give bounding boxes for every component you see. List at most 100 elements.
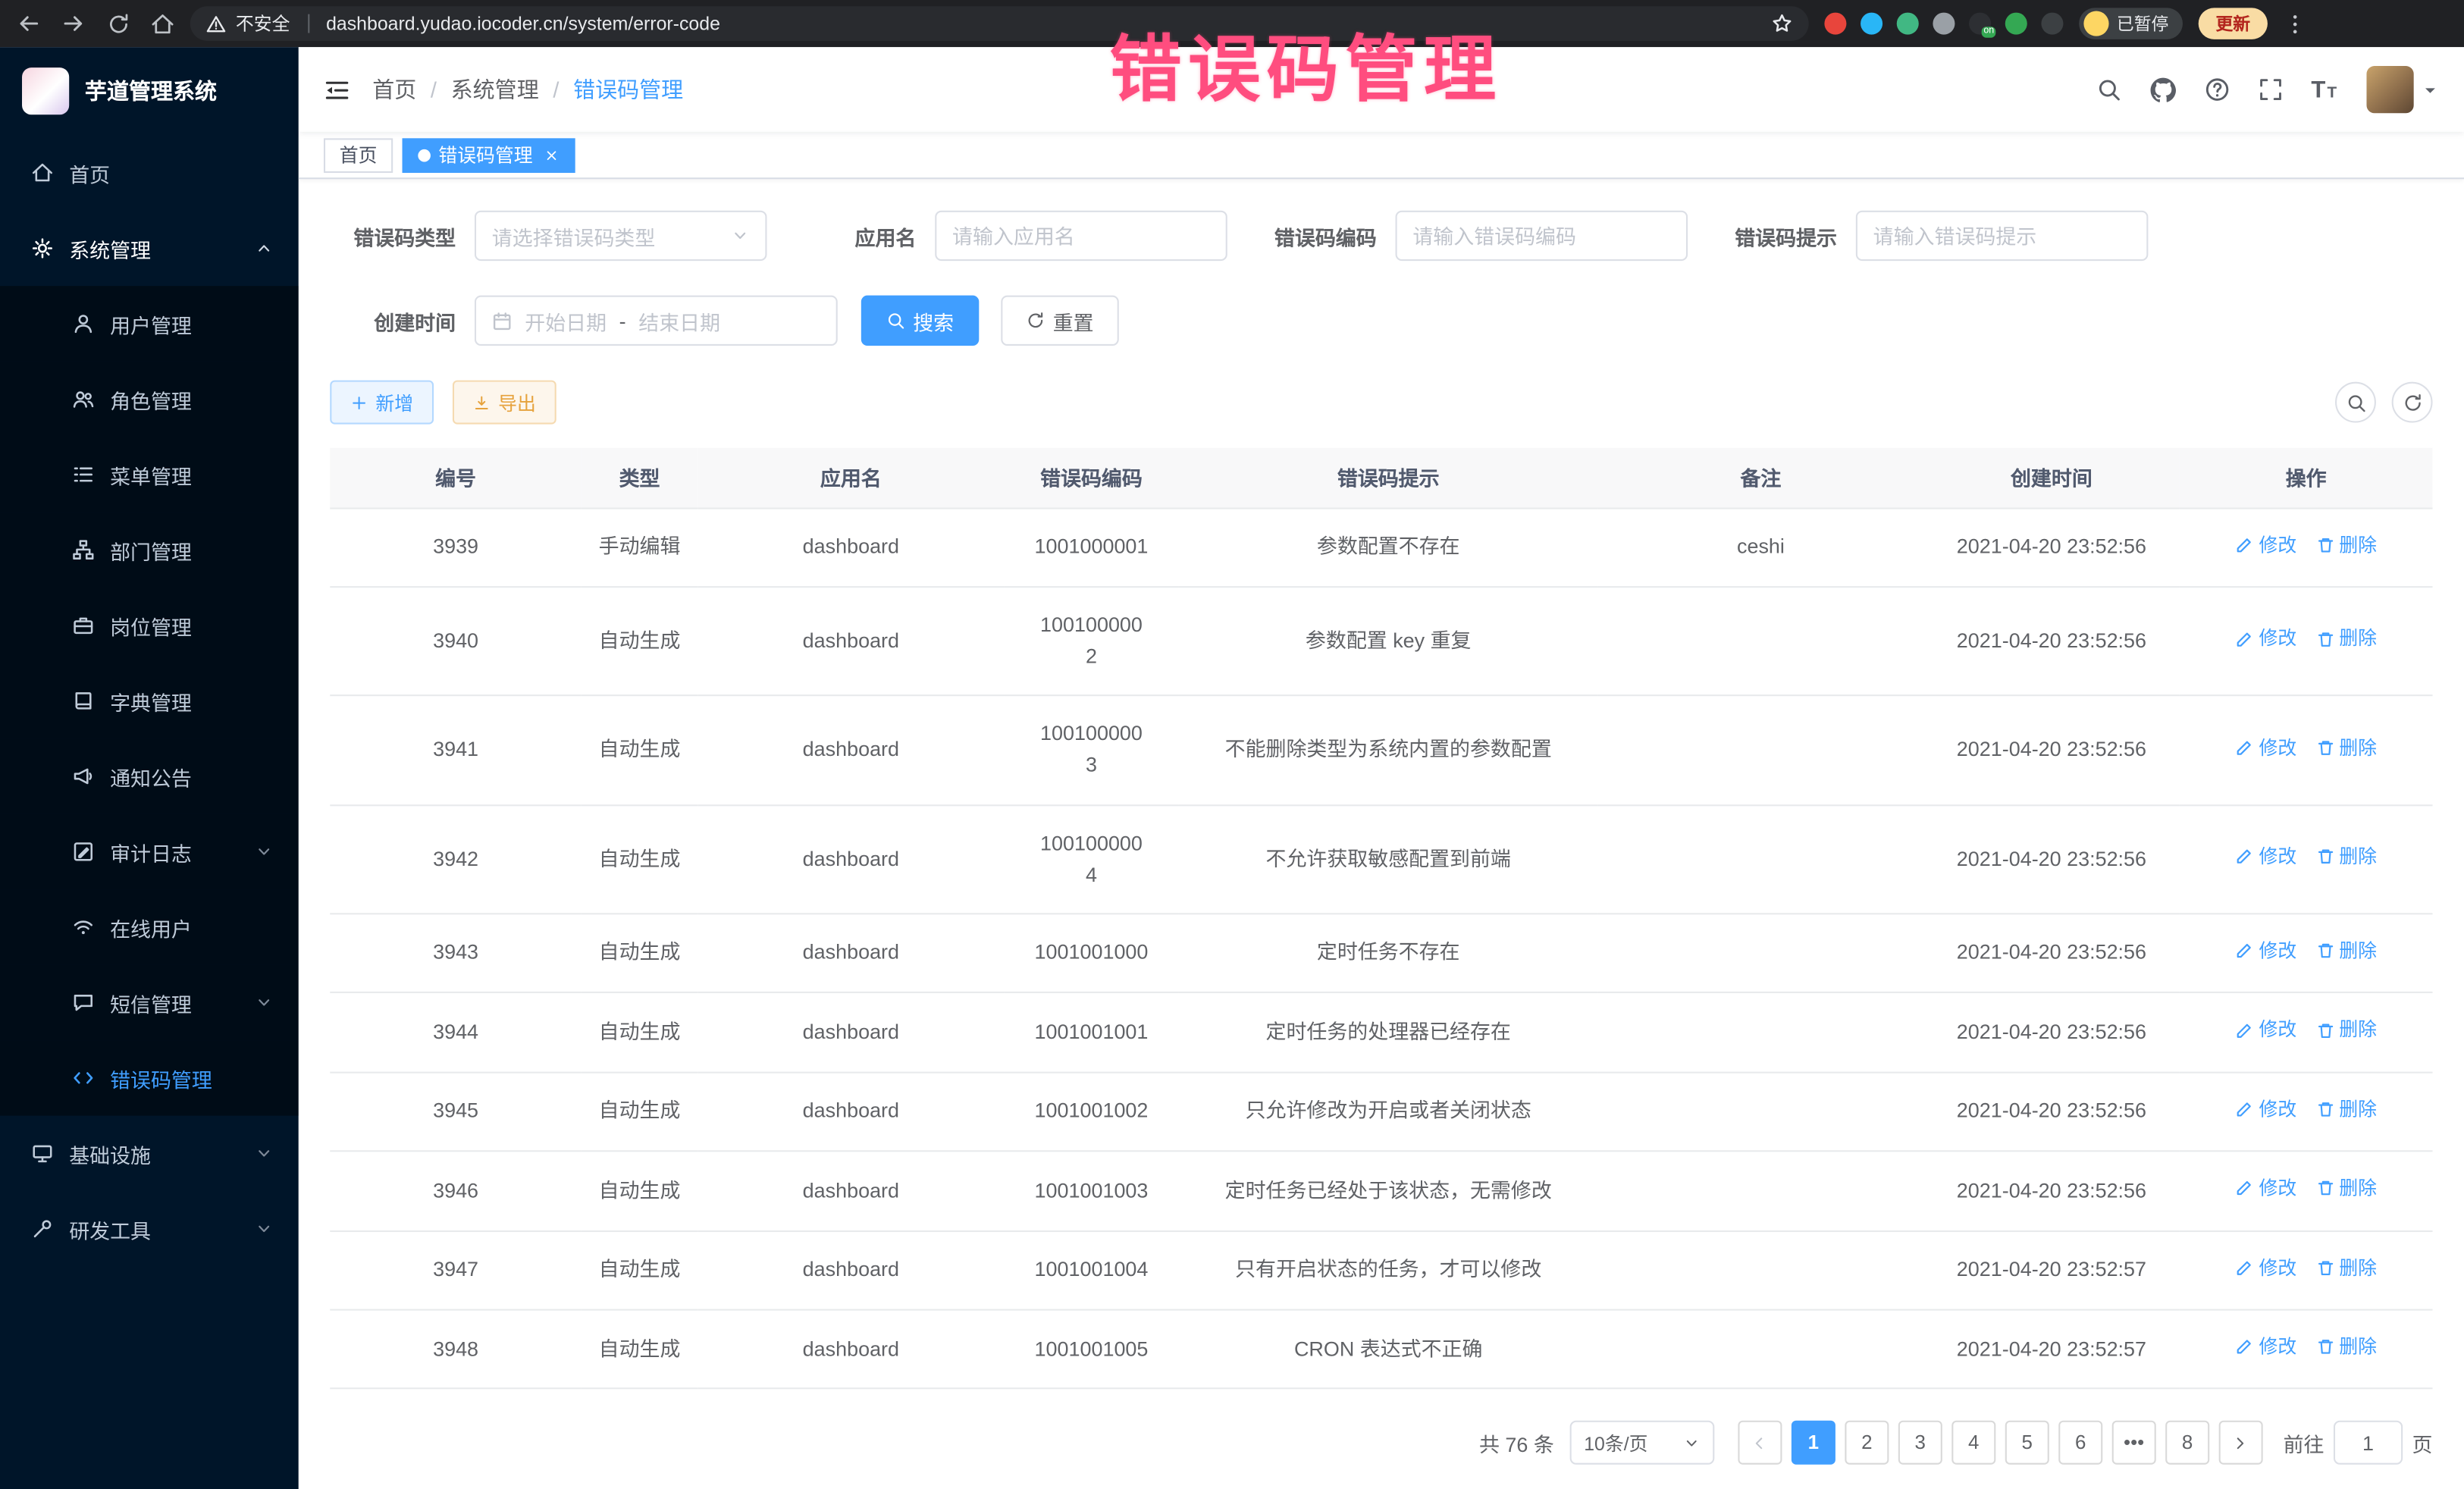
search-button[interactable]: 搜索 <box>861 296 979 346</box>
sidebar-item-dict[interactable]: 字典管理 <box>0 663 299 738</box>
edit-link[interactable]: 修改 <box>2235 531 2296 560</box>
sidebar-item-error-code[interactable]: 错误码管理 <box>0 1040 299 1115</box>
delete-link[interactable]: 删除 <box>2315 1015 2377 1045</box>
caret-down-icon <box>2422 81 2439 99</box>
page-button-5[interactable]: 5 <box>2005 1422 2049 1465</box>
tab-home[interactable]: 首页 <box>324 137 393 172</box>
bookmark-star-icon[interactable] <box>1771 13 1793 35</box>
page-button-3[interactable]: 3 <box>1898 1422 1942 1465</box>
sidebar-item-user[interactable]: 用户管理 <box>0 286 299 361</box>
edit-link[interactable]: 修改 <box>2235 733 2296 763</box>
goto-page-input[interactable] <box>2334 1422 2403 1465</box>
next-page-button[interactable] <box>2219 1422 2263 1465</box>
extension-icon[interactable] <box>1897 13 1919 35</box>
sidebar-item-system[interactable]: 系统管理 <box>0 211 299 286</box>
page-size-select[interactable]: 10条/页 <box>1570 1422 1715 1465</box>
error-hint-input[interactable] <box>1856 211 2149 261</box>
refresh-table-button[interactable] <box>2392 382 2433 423</box>
delete-link[interactable]: 删除 <box>2315 1253 2377 1283</box>
add-button[interactable]: 新增 <box>330 381 434 425</box>
page-button-2[interactable]: 2 <box>1845 1422 1889 1465</box>
delete-link[interactable]: 删除 <box>2315 733 2377 763</box>
breadcrumb-item[interactable]: 系统管理 <box>451 74 539 105</box>
delete-link[interactable]: 删除 <box>2315 1333 2377 1362</box>
cell-code: 1001001004 <box>1004 1230 1178 1310</box>
hamburger-icon <box>324 77 350 103</box>
delete-link[interactable]: 删除 <box>2315 625 2377 654</box>
pagination: 共 76 条 10条/页 123456•••8 前往 <box>330 1390 2432 1489</box>
page-button-6[interactable]: 6 <box>2058 1422 2102 1465</box>
font-size-icon[interactable]: TT <box>2311 77 2338 103</box>
extension-icon[interactable]: on <box>1969 13 1991 35</box>
delete-link[interactable]: 删除 <box>2315 842 2377 872</box>
extension-icon[interactable] <box>1933 13 1955 35</box>
error-type-select[interactable]: 请选择错误码类型 <box>475 211 767 261</box>
browser-update-button[interactable]: 更新 <box>2199 8 2268 39</box>
cell-time: 2021-04-20 23:52:56 <box>1923 804 2180 914</box>
browser-menu-icon[interactable] <box>2284 12 2307 36</box>
filter-label-time: 创建时间 <box>330 306 456 335</box>
edit-link[interactable]: 修改 <box>2235 842 2296 872</box>
cell-code: 1001000003 <box>1004 696 1178 805</box>
sidebar-item-role[interactable]: 角色管理 <box>0 362 299 437</box>
sidebar-item-home[interactable]: 首页 <box>0 135 299 210</box>
sidebar-item-sms[interactable]: 短信管理 <box>0 965 299 1040</box>
sidebar-item-online-user[interactable]: 在线用户 <box>0 889 299 964</box>
delete-link[interactable]: 删除 <box>2315 531 2377 560</box>
address-bar[interactable]: 不安全 dashboard.yudao.iocoder.cn/system/er… <box>190 6 1809 41</box>
cell-code: 1001001002 <box>1004 1072 1178 1152</box>
extension-icon[interactable] <box>1824 13 1846 35</box>
cell-actions: 修改删除 <box>2180 696 2433 805</box>
extension-icon[interactable] <box>2005 13 2027 35</box>
edit-link[interactable]: 修改 <box>2235 625 2296 654</box>
edit-link[interactable]: 修改 <box>2235 1095 2296 1124</box>
page-button-1[interactable]: 1 <box>1792 1422 1835 1465</box>
col-remark: 备注 <box>1598 448 1923 508</box>
breadcrumb-item[interactable]: 首页 <box>372 74 416 105</box>
cell-code: 1001001001 <box>1004 992 1178 1072</box>
browser-profile-chip[interactable]: 已暂停 <box>2079 8 2183 39</box>
trash-icon <box>2315 738 2334 757</box>
extension-icon[interactable] <box>1861 13 1882 35</box>
delete-link[interactable]: 删除 <box>2315 1174 2377 1204</box>
reset-button[interactable]: 重置 <box>1001 296 1118 346</box>
filter-label-hint: 错误码提示 <box>1711 221 1837 250</box>
page-ellipsis[interactable]: ••• <box>2112 1422 2156 1465</box>
user-menu[interactable] <box>2366 66 2438 113</box>
page-button-4[interactable]: 4 <box>1951 1422 1995 1465</box>
edit-link[interactable]: 修改 <box>2235 1174 2296 1204</box>
delete-link[interactable]: 删除 <box>2315 936 2377 966</box>
edit-link[interactable]: 修改 <box>2235 936 2296 966</box>
toggle-search-button[interactable] <box>2335 382 2376 423</box>
app-name-input[interactable] <box>935 211 1227 261</box>
edit-link[interactable]: 修改 <box>2235 1015 2296 1045</box>
sidebar-item-post[interactable]: 岗位管理 <box>0 588 299 663</box>
delete-link[interactable]: 删除 <box>2315 1095 2377 1124</box>
sidebar-item-menu[interactable]: 菜单管理 <box>0 437 299 512</box>
sidebar-item-notice[interactable]: 通知公告 <box>0 738 299 813</box>
edit-link[interactable]: 修改 <box>2235 1333 2296 1362</box>
briefcase-icon <box>72 614 94 636</box>
cell-remark <box>1598 804 1923 914</box>
sidebar-item-infra[interactable]: 基础设施 <box>0 1116 299 1191</box>
app-logo[interactable]: 芋道管理系统 <box>0 47 299 135</box>
prev-page-button[interactable] <box>1738 1422 1782 1465</box>
extension-icon[interactable] <box>2041 13 2063 35</box>
cell-code: 1001001000 <box>1004 914 1178 993</box>
cell-type: 自动生成 <box>582 696 698 805</box>
edit-link[interactable]: 修改 <box>2235 1253 2296 1283</box>
col-time: 创建时间 <box>1923 448 2180 508</box>
close-tab-icon[interactable] <box>544 147 560 163</box>
sidebar-toggle[interactable] <box>324 77 350 103</box>
cell-remark <box>1598 1230 1923 1310</box>
date-range-picker[interactable]: 开始日期 - 结束日期 <box>475 296 838 346</box>
export-button[interactable]: 导出 <box>453 381 556 425</box>
page-button-8[interactable]: 8 <box>2165 1422 2209 1465</box>
chevron-down-icon <box>1683 1434 1701 1452</box>
sidebar-item-dept[interactable]: 部门管理 <box>0 513 299 588</box>
error-code-input[interactable] <box>1396 211 1688 261</box>
tab-error-code[interactable]: 错误码管理 <box>403 137 575 172</box>
sidebar-item-devtools[interactable]: 研发工具 <box>0 1191 299 1266</box>
sidebar-item-audit-log[interactable]: 审计日志 <box>0 814 299 889</box>
cell-type: 自动生成 <box>582 804 698 914</box>
